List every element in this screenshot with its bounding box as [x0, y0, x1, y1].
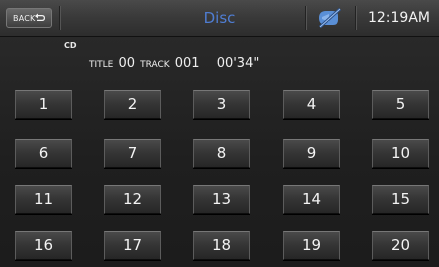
- disc-screen: BACK Disc 12:19AM CD TITLE 00 TRACK 001 …: [0, 0, 439, 267]
- track-key-13[interactable]: 13: [193, 185, 250, 214]
- track-key-16[interactable]: 16: [15, 231, 72, 260]
- track-key-5[interactable]: 5: [372, 90, 429, 119]
- track-key-2[interactable]: 2: [104, 90, 161, 119]
- track-key-8[interactable]: 8: [193, 139, 250, 168]
- track-key-18[interactable]: 18: [193, 231, 250, 260]
- track-key-19[interactable]: 19: [283, 231, 340, 260]
- track-key-3[interactable]: 3: [193, 90, 250, 119]
- track-key-7[interactable]: 7: [104, 139, 161, 168]
- track-keypad: 1 2 3 4 5 6 7 8 9 10 11 12 13 14 15 16 1…: [0, 0, 439, 267]
- track-key-10[interactable]: 10: [372, 139, 429, 168]
- track-key-4[interactable]: 4: [283, 90, 340, 119]
- track-key-15[interactable]: 15: [372, 185, 429, 214]
- track-key-6[interactable]: 6: [15, 139, 72, 168]
- track-key-11[interactable]: 11: [15, 185, 72, 214]
- track-key-14[interactable]: 14: [283, 185, 340, 214]
- track-key-9[interactable]: 9: [283, 139, 340, 168]
- track-key-17[interactable]: 17: [104, 231, 161, 260]
- track-key-12[interactable]: 12: [104, 185, 161, 214]
- track-key-1[interactable]: 1: [15, 90, 72, 119]
- track-key-20[interactable]: 20: [372, 231, 429, 260]
